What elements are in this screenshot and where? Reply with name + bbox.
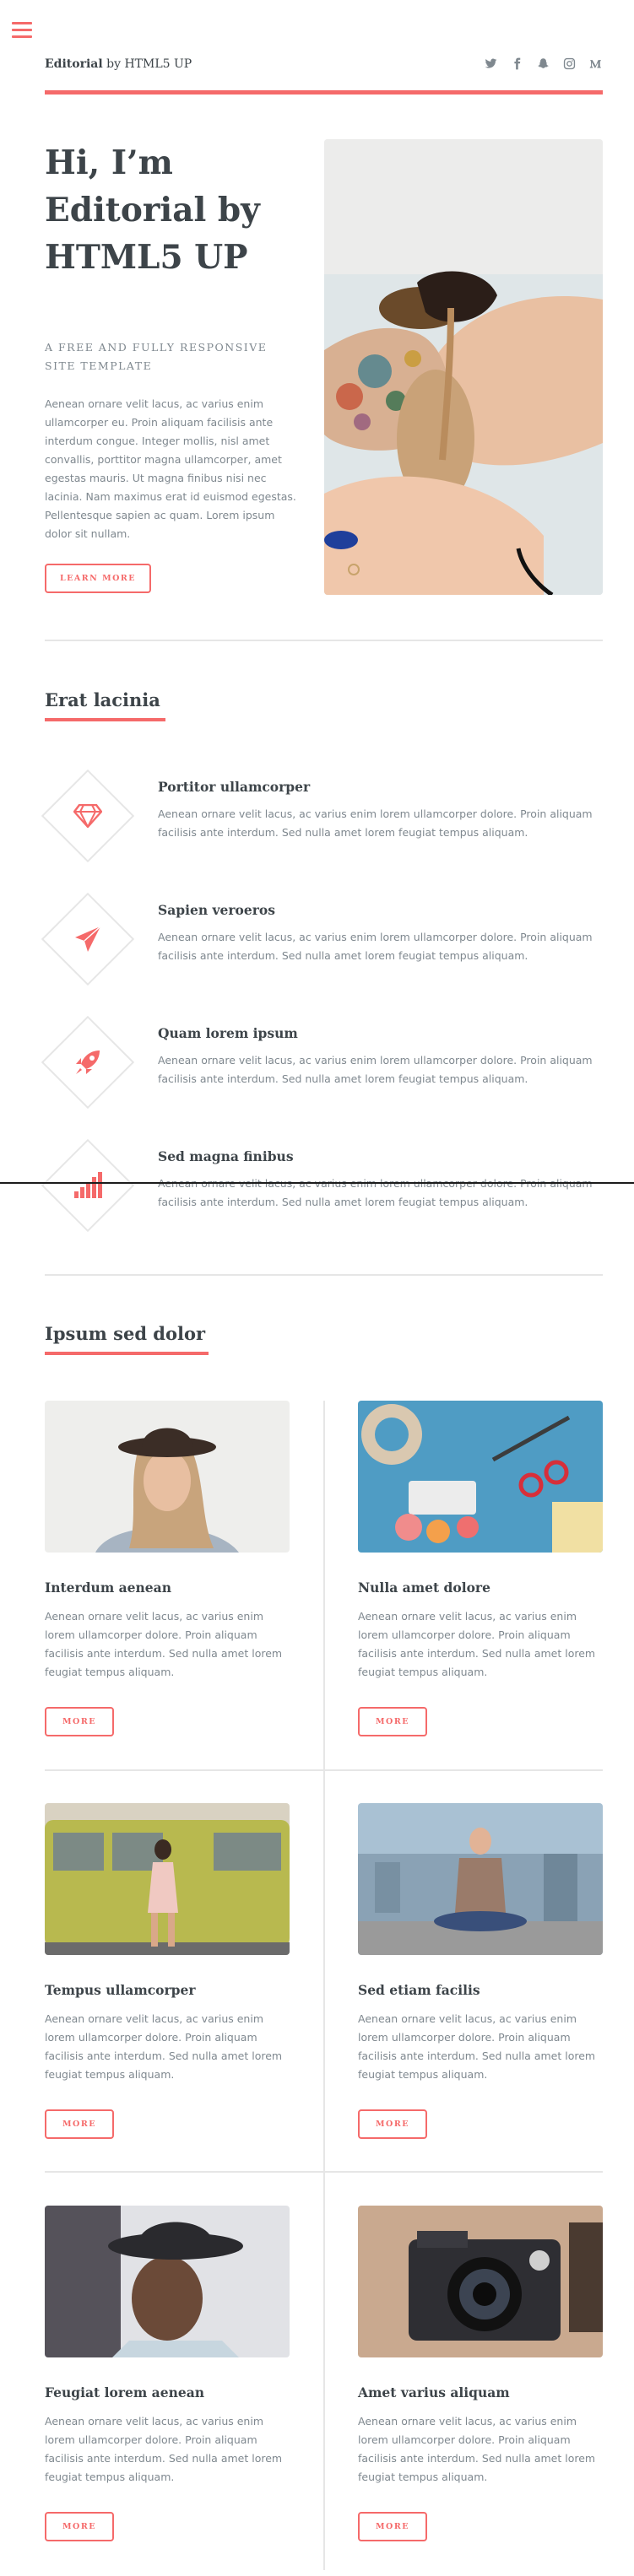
snapchat-icon[interactable] [536,57,550,72]
site-logo[interactable]: Editorial by HTML5 UP [45,57,192,71]
feature-text: Aenean ornare velit lacus, ac varius eni… [158,807,593,839]
facebook-icon[interactable] [510,57,524,72]
banner-section: Hi, I’m Editorial by HTML5 UP A FREE AND… [45,139,603,595]
heading-underline [45,1352,209,1355]
post-text: Aenean ornare velit lacus, ac varius eni… [358,2012,596,2081]
more-button[interactable]: MORE [45,2109,114,2139]
post-text: Aenean ornare velit lacus, ac varius eni… [45,2415,283,2483]
feature-item: Sapien veroeros Aenean ornare velit lacu… [41,892,603,991]
post-image[interactable] [45,1803,290,1955]
post-image[interactable] [45,2206,290,2357]
logo-suffix: by HTML5 UP [102,57,192,71]
banner-subtitle: A FREE AND FULLY RESPONSIVE SITE TEMPLAT… [45,341,268,372]
feature-title: Quam lorem ipsum [158,1025,298,1041]
post-column-divider [323,1401,325,2570]
rocket-icon [71,1045,105,1079]
post-title: Sed etiam facilis [358,1982,480,1998]
posts-heading-text: Ipsum sed dolor [45,1323,206,1344]
post-title: Nulla amet dolore [358,1580,490,1596]
hamburger-icon-bar [12,35,32,38]
post-text: Aenean ornare velit lacus, ac varius eni… [358,1610,596,1678]
twitter-icon[interactable] [484,57,498,72]
banner-description: Aenean ornare velit lacus, ac varius eni… [45,397,296,540]
hamburger-icon-bar [12,29,32,31]
feature-text: Aenean ornare velit lacus, ac varius eni… [158,1177,593,1208]
paper-plane-icon [71,922,105,956]
post-title: Amet varius aliquam [358,2384,510,2400]
post-card: Amet varius aliquam Aenean ornare velit … [358,2206,603,2560]
feature-title: Sapien veroeros [158,902,275,918]
banner-title: Hi, I’m Editorial by HTML5 UP [45,143,260,277]
post-text: Aenean ornare velit lacus, ac varius eni… [45,1610,283,1678]
feature-item: Quam lorem ipsum Aenean ornare velit lac… [41,1015,603,1114]
more-button[interactable]: MORE [45,1707,114,1736]
hamburger-icon-bar [12,22,32,24]
post-card: Sed etiam facilis Aenean ornare velit la… [358,1803,603,2157]
more-button[interactable]: MORE [358,2109,427,2139]
learn-more-button[interactable]: LEARN MORE [45,564,151,593]
feature-title: Sed magna finibus [158,1148,294,1164]
post-text: Aenean ornare velit lacus, ac varius eni… [45,2012,283,2081]
post-title: Interdum aenean [45,1580,171,1596]
post-card: Nulla amet dolore Aenean ornare velit la… [358,1401,603,1755]
site-header: Editorial by HTML5 UP [45,51,603,95]
heading-underline [45,718,165,721]
posts-heading: Ipsum sed dolor [45,1323,209,1355]
post-image[interactable] [358,1401,603,1553]
feature-title: Portitor ullamcorper [158,779,311,795]
feature-text: Aenean ornare velit lacus, ac varius eni… [158,931,593,962]
logo-brand: Editorial [45,57,103,71]
features-heading-text: Erat lacinia [45,689,160,710]
post-image[interactable] [358,1803,603,1955]
post-card: Interdum aenean Aenean ornare velit lacu… [45,1401,290,1755]
medium-icon[interactable] [588,57,603,72]
post-image[interactable] [358,2206,603,2357]
signal-icon [71,1169,105,1202]
post-title: Feugiat lorem aenean [45,2384,205,2400]
instagram-icon[interactable] [562,57,577,72]
post-title: Tempus ullamcorper [45,1982,196,1998]
menu-toggle-button[interactable] [12,22,32,39]
feature-item: Portitor ullamcorper Aenean ornare velit… [41,769,603,867]
overlay-line [0,1182,634,1184]
feature-text: Aenean ornare velit lacus, ac varius eni… [158,1054,593,1085]
more-button[interactable]: MORE [358,1707,427,1736]
features-heading: Erat lacinia [45,689,165,721]
post-text: Aenean ornare velit lacus, ac varius eni… [358,2415,596,2483]
post-row-divider [45,2171,603,2173]
section-divider [45,1274,603,1276]
more-button[interactable]: MORE [45,2512,114,2541]
section-divider [45,640,603,641]
post-row-divider [45,1769,603,1771]
social-icons [484,57,603,72]
banner-image [324,139,603,595]
post-image[interactable] [45,1401,290,1553]
more-button[interactable]: MORE [358,2512,427,2541]
post-card: Tempus ullamcorper Aenean ornare velit l… [45,1803,290,2157]
post-card: Feugiat lorem aenean Aenean ornare velit… [45,2206,290,2560]
feature-item: Sed magna finibus Aenean ornare velit la… [41,1138,603,1237]
gem-icon [71,799,105,833]
